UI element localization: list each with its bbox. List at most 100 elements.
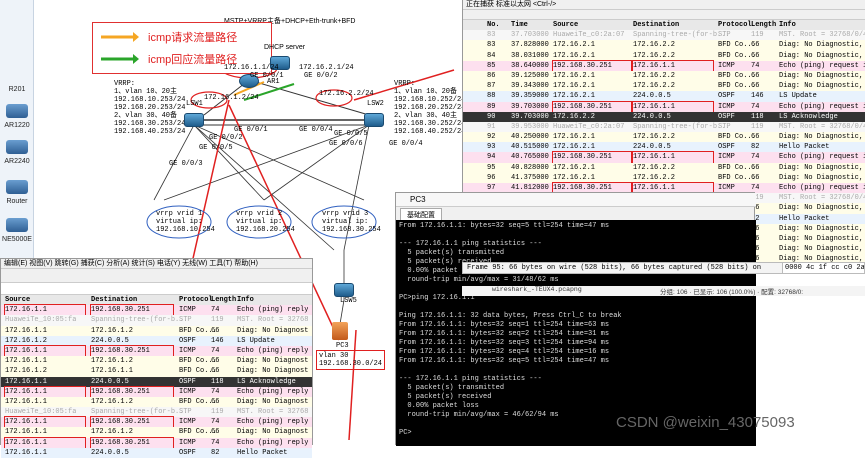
table-cell: 172.16.1.1 [5,428,48,437]
table-row[interactable]: 89 39.703000 192.168.30.251 172.16.1.1 ICMP 7… [463,100,865,113]
table-cell: 172.16.2.2 [633,82,676,91]
col-destination[interactable]: Destination [633,20,679,30]
table-cell: 172.16.2.2 [633,51,676,60]
ge-label: GE 0/0/5 [334,130,368,138]
table-cell: 66 [211,397,220,406]
lsw1-switch-icon[interactable] [184,113,204,127]
device-label: AR1220 [4,122,30,129]
table-cell: 118 [211,377,224,386]
table-cell: 172.16.2.2 [633,71,676,80]
table-row[interactable]: 172.16.1.1 172.16.1.2 BFD Co... 66 Diag: No … [1,427,312,438]
col-source[interactable]: Source [5,295,30,305]
table-row[interactable]: 95 40.828000 172.16.2.1 172.16.2.2 BFD Co...… [463,162,865,173]
table-row[interactable]: 172.16.1.2 224.0.0.5 OSPF 146 LS Update [1,335,312,346]
ar1-if-left: GE 0/0/1 [250,72,284,80]
table-cell: Diag: No Diagnost [237,428,309,437]
table-cell: Echo (ping) reply [237,438,309,447]
col-length[interactable]: Length [751,20,776,30]
table-cell: 95 [487,163,496,172]
table-cell: 90 [487,112,496,121]
table-cell: 74 [211,438,220,447]
col-length[interactable]: Length [211,295,236,305]
table-row[interactable]: 96 41.375000 172.16.2.1 172.16.2.2 BFD Co...… [463,172,865,183]
ws-left-menu[interactable]: 编辑(E) 视图(V) 跳转(G) 捕获(C) 分析(A) 统计(S) 电话(Y… [1,259,312,269]
table-cell: 39.703000 [511,112,549,121]
table-cell: 93 [487,143,496,152]
col-destination[interactable]: Destination [91,295,137,305]
col-protocol[interactable]: Protocol [179,295,213,305]
table-cell: 86 [487,71,496,80]
table-cell: STP [179,316,192,325]
table-row[interactable]: 85 38.640000 192.168.30.251 172.16.1.1 ICMP 7… [463,59,865,72]
table-row[interactable]: 87 39.343000 172.16.2.1 172.16.2.2 BFD Co...… [463,81,865,92]
router-icon[interactable] [6,140,28,154]
ws-left-filter-bar[interactable] [1,283,312,295]
table-row[interactable]: 172.16.1.1 192.168.30.251 ICMP 74 Echo (ping… [1,416,312,429]
table-cell: ICMP [179,306,196,315]
col-protocol[interactable]: Protocol [718,20,752,30]
table-row[interactable]: 88 39.359000 172.16.2.1 224.0.0.5 OSPF 146 LS … [463,91,865,102]
table-cell: OSPF [179,336,196,345]
table-cell: 172.16.1.1 [5,357,48,366]
table-cell: 66 [751,71,760,80]
table-row[interactable]: 172.16.1.1 172.16.1.2 BFD Co... 66 Diag: No … [1,356,312,367]
table-cell: 172.16.2.1 [553,51,596,60]
link-right-ip: 172.16.2.1/24 [299,64,354,72]
table-cell: 41.375000 [511,173,549,182]
table-row[interactable]: 172.16.1.1 192.168.30.251 ICMP 74 Echo (ping… [1,344,312,358]
table-cell: 74 [751,153,760,162]
col-info[interactable]: Info [237,295,254,305]
router-icon[interactable] [6,104,28,118]
router-icon[interactable] [6,218,28,232]
table-row[interactable]: 92 40.250000 172.16.2.1 172.16.2.2 BFD Co...… [463,132,865,143]
table-cell: Diag: No Diagnostic, Sta [779,71,865,80]
table-row[interactable]: 172.16.1.2 172.16.1.1 BFD Co... 66 Diag: No … [1,366,312,377]
lsw2-switch-icon[interactable] [364,113,384,127]
table-row[interactable]: 172.16.1.1 224.0.0.5 OSPF 118 LS Acknowledge [1,376,312,387]
col-source[interactable]: Source [553,20,578,30]
table-cell: 37.828000 [511,41,549,50]
table-row[interactable]: 91 39.953000 HuaweiTe_c0:2a:07 Spanning-tre… [463,121,865,133]
col-time[interactable]: Time [511,20,528,30]
table-cell: 192.168.30.251 [552,100,632,113]
table-row[interactable]: 86 39.125000 172.16.2.1 172.16.2.2 BFD Co...… [463,70,865,82]
table-row[interactable]: 172.16.1.1 172.16.1.2 BFD Co... 66 Diag: No … [1,396,312,408]
table-row[interactable]: 83 37.828000 172.16.2.1 172.16.2.2 BFD Co...… [463,40,865,51]
table-cell: 172.16.2.1 [553,163,596,172]
table-cell: ICMP [718,153,735,162]
table-cell: ICMP [179,387,196,396]
table-row[interactable]: 172.16.1.1 224.0.0.5 OSPF 82 Hello Packet [1,447,312,458]
table-cell: 91 [487,122,496,131]
table-cell: 192.168.30.251 [552,151,632,164]
table-cell: 172.16.2.2 [633,163,676,172]
table-row[interactable]: HuaweiTe_10:05:fa Spanning-tree-(for-b...… [1,315,312,326]
table-row[interactable]: 172.16.1.1 192.168.30.251 ICMP 74 Echo (ping… [1,385,312,398]
pc3-label: PC3 [336,342,349,350]
table-row[interactable]: 172.16.1.1 192.168.30.251 ICMP 74 Echo (ping… [1,436,312,449]
table-row[interactable]: 172.16.1.1 192.168.30.251 ICMP 74 Echo (ping… [1,304,312,317]
table-row[interactable]: HuaweiTe_10:05:fa Spanning-tree-(for-b...… [1,407,312,418]
pc3-computer-icon[interactable] [332,322,348,340]
pc3-console[interactable]: From 172.16.1.1: bytes=32 seq=5 ttl=254 … [396,220,756,446]
table-row[interactable]: 93 40.515000 172.16.2.1 224.0.0.5 OSPF 82 Hell… [463,142,865,153]
table-cell: 172.16.1.1 [632,151,714,164]
device-label: Router [6,198,28,205]
table-row[interactable]: 94 40.765000 192.168.30.251 172.16.1.1 ICMP 7… [463,151,865,164]
router-icon[interactable] [6,180,28,194]
table-cell: 172.16.1.1 [632,100,714,113]
lsw5-switch-icon[interactable] [334,283,354,297]
table-row[interactable]: 83 37.703000 HuaweiTe_c0:2a:07 Spanning-tre… [463,30,865,41]
pc3-window: PC3 基础配置 From 172.16.1.1: bytes=32 seq=5… [395,192,756,446]
table-cell: HuaweiTe_10:05:fa [5,408,77,417]
col-info[interactable]: Info [779,20,796,30]
table-cell: 172.16.2.2 [633,173,676,182]
table-cell: Hello Packet [779,143,830,152]
table-row[interactable]: 90 39.703000 172.16.2.2 224.0.0.5 OSPF 118 LS … [463,111,865,122]
table-cell: 192.168.30.251 [90,436,174,449]
table-cell: 83 [487,41,496,50]
table-cell: 66 [211,428,220,437]
col-no[interactable]: No. [487,20,500,30]
ar1-if-right: GE 0/0/2 [304,72,338,80]
table-row[interactable]: 172.16.1.1 172.16.1.2 BFD Co... 66 Diag: No … [1,325,312,336]
table-row[interactable]: 84 38.031000 172.16.2.1 172.16.2.2 BFD Co...… [463,50,865,61]
